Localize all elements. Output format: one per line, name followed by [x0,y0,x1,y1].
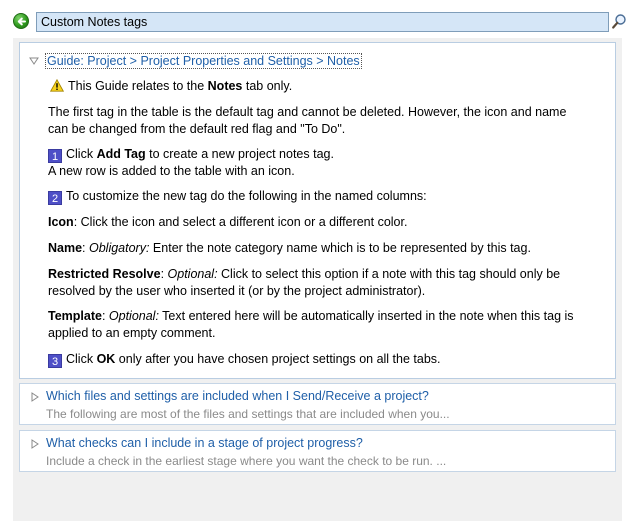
restricted-resolve-line-2: resolved by the user who inserted it (or… [48,284,426,298]
icon-column-text: Icon: Click the icon and select a differ… [48,215,408,229]
step-1-detail: A new row is added to the table with an … [48,164,295,178]
warning-text: This Guide relates to the Notes tab only… [68,79,293,93]
search-icon[interactable] [611,13,627,31]
result-title-link[interactable]: Which files and settings are included wh… [46,389,429,403]
help-results-area: Guide: Project > Project Properties and … [13,38,622,521]
warning-icon [50,79,64,92]
search-input[interactable] [38,14,607,30]
result-panel[interactable]: What checks can I include in a stage of … [19,430,616,472]
step-3-badge: 3 [48,354,62,368]
result-snippet: Include a check in the earliest stage wh… [46,454,447,468]
step-2: 2 To customize the new tag do the followi… [48,188,427,205]
back-arrow-icon[interactable] [13,13,29,29]
collapsed-triangle-icon[interactable] [30,439,40,449]
step-3: 3 Click OK only after you have chosen pro… [48,351,441,368]
name-column-text: Name: Obligatory: Enter the note categor… [48,241,531,255]
step-1-badge: 1 [48,149,62,163]
restricted-resolve-text: Restricted Resolve: Optional: Click to s… [48,267,561,281]
collapsed-triangle-icon[interactable] [30,392,40,402]
intro-line-1: The first tag in the table is the defaul… [48,105,567,119]
guide-title-link[interactable]: Guide: Project > Project Properties and … [45,53,362,69]
result-snippet: The following are most of the files and … [46,407,450,421]
template-line-2: applied to an empty comment. [48,326,216,340]
result-panel[interactable]: Which files and settings are included wh… [19,383,616,425]
intro-line-2: can be changed from the default red flag… [48,122,346,136]
template-column-text: Template: Optional: Text entered here wi… [48,309,574,323]
search-field[interactable] [36,12,609,32]
guide-panel-expanded: Guide: Project > Project Properties and … [19,42,616,379]
step-1: 1 Click Add Tag to create a new project n… [48,146,334,163]
search-toolbar [0,0,635,38]
result-title-link[interactable]: What checks can I include in a stage of … [46,436,363,450]
expanded-triangle-icon[interactable] [29,56,39,66]
step-2-badge: 2 [48,191,62,205]
